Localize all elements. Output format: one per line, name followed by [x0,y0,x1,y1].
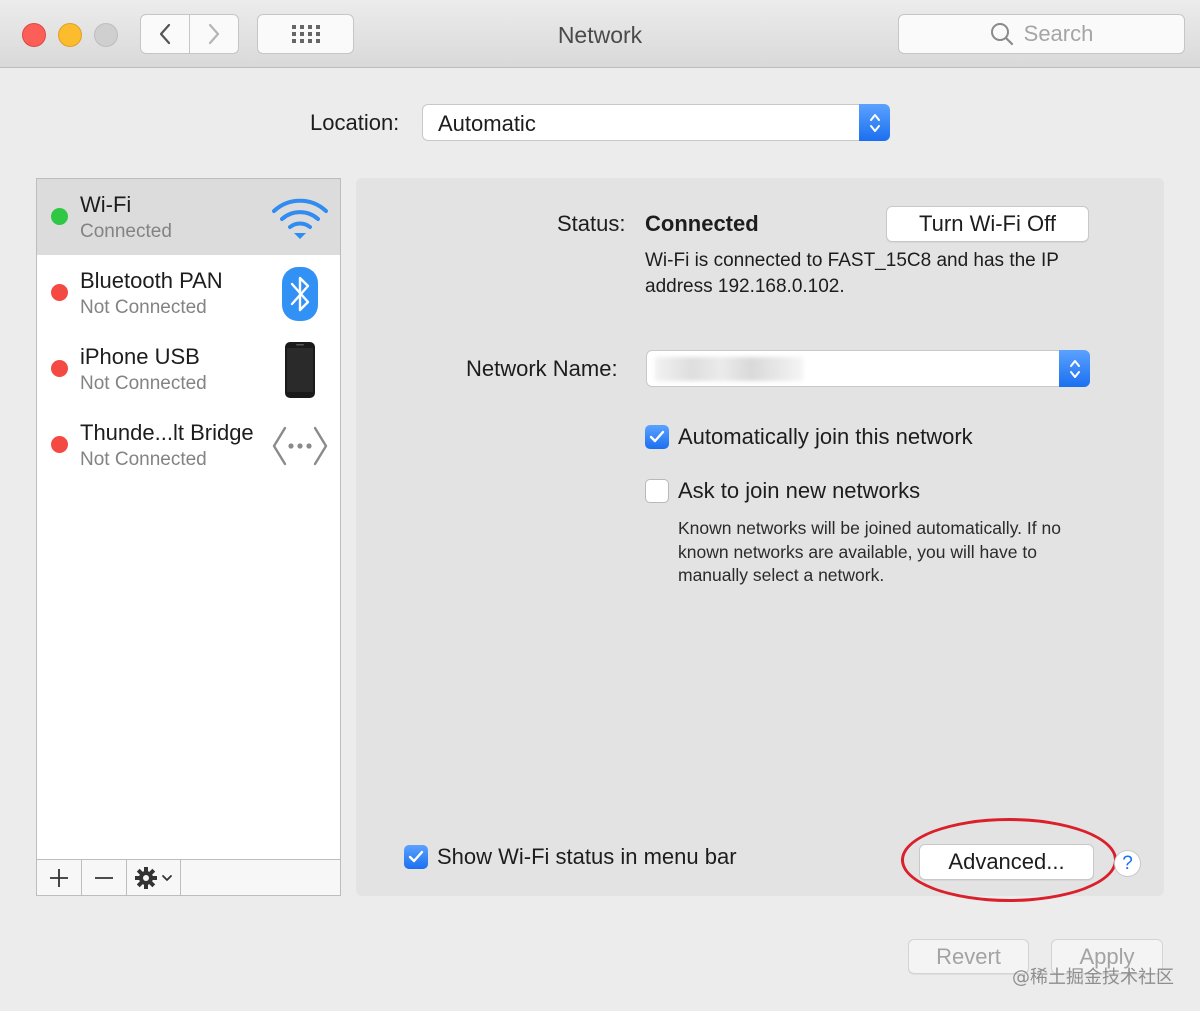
service-name: Wi-Fi [80,192,132,217]
watermark: @稀土掘金技术社区 [1012,967,1174,988]
service-name: iPhone USB [80,344,200,369]
ask-join-label[interactable]: Ask to join new networks [678,478,920,504]
service-name: Thunde...lt Bridge [80,420,254,445]
status-dot [51,436,68,453]
search-placeholder: Search [1023,21,1094,46]
network-name-redacted [655,357,803,381]
plus-icon [50,868,68,887]
search-icon [990,23,1013,46]
help-button[interactable]: ? [1114,850,1141,877]
checkmark-icon [649,430,665,443]
service-item-iphone-usb[interactable]: iPhone USB Not Connected [37,331,340,407]
checkmark-icon [408,850,424,863]
wifi-icon [270,189,330,247]
service-status: Not Connected [80,373,207,394]
location-select-arrows [859,104,890,141]
turn-wifi-off-button[interactable]: Turn Wi-Fi Off [886,206,1089,242]
status-dot [51,284,68,301]
service-item-thunderbolt-bridge[interactable]: Thunde...lt Bridge Not Connected [37,407,340,483]
up-down-chevron-icon [869,113,880,132]
remove-service-button[interactable] [82,860,127,895]
status-description: Wi-Fi is connected to FAST_15C8 and has … [645,250,1059,297]
revert-button[interactable]: Revert [908,939,1029,974]
ask-join-checkbox[interactable] [645,479,669,503]
location-label: Location: [310,110,400,135]
highlight-annotation-oval [901,818,1117,902]
show-status-label[interactable]: Show Wi-Fi status in menu bar [437,844,737,870]
bluetooth-icon [270,265,330,323]
title-bar: Network Search [0,0,1200,68]
location-select[interactable]: Automatic [422,104,890,141]
service-item-bluetooth-pan[interactable]: Bluetooth PAN Not Connected [37,255,340,331]
chevron-down-icon [162,874,172,881]
gear-icon [135,866,157,889]
iphone-icon [270,341,330,399]
minus-icon [95,876,113,879]
up-down-chevron-icon [1069,359,1080,378]
network-name-select[interactable] [646,350,1090,387]
service-status: Not Connected [80,449,207,470]
search-field[interactable]: Search [898,14,1185,54]
service-name: Bluetooth PAN [80,268,223,293]
auto-join-checkbox[interactable] [645,425,669,449]
auto-join-label[interactable]: Automatically join this network [678,424,973,450]
network-select-arrows [1059,350,1090,387]
network-name-label: Network Name: [466,356,618,381]
service-list-toolbar [37,859,340,895]
status-dot [51,208,68,225]
thunderbolt-bridge-icon [270,417,330,475]
service-list: Wi-Fi Connected Bluetooth PAN Not Connec… [36,178,341,896]
status-dot [51,360,68,377]
ask-join-help-text: Known networks will be joined automatica… [678,518,1061,585]
show-status-checkbox[interactable] [404,845,428,869]
location-value: Automatic [438,111,536,136]
status-label: Status: [557,211,626,236]
service-status: Connected [80,221,172,242]
add-service-button[interactable] [37,860,82,895]
action-menu-button[interactable] [127,860,181,895]
service-status: Not Connected [80,297,207,318]
service-item-wifi[interactable]: Wi-Fi Connected [37,179,340,255]
status-value: Connected [645,211,759,236]
